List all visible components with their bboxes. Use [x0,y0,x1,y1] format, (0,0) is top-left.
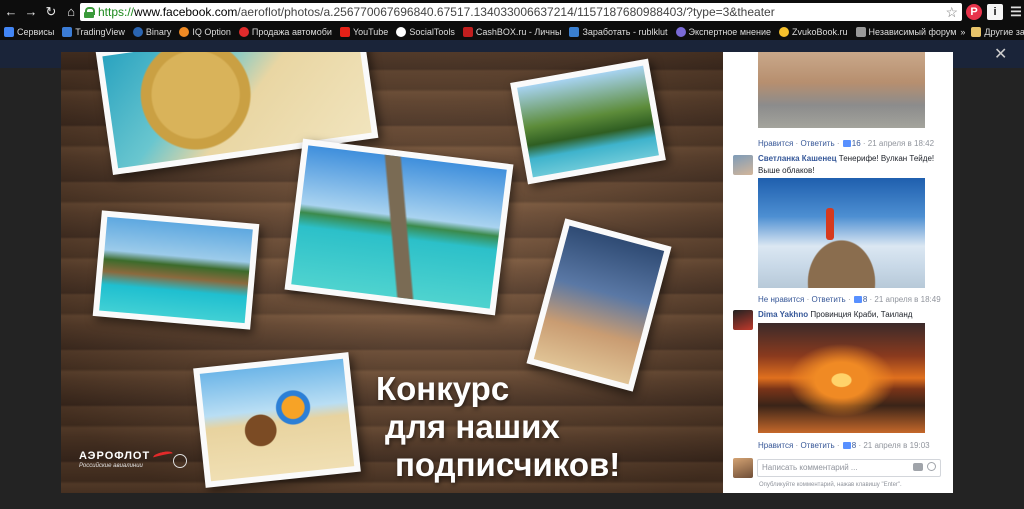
pinterest-icon[interactable]: P [966,4,982,20]
contest-caption: Конкурс для наших подписчиков! [376,370,621,483]
bookmark-item[interactable]: Экспертное мнение [675,27,771,37]
postcard-bungalows [92,210,260,330]
bookmark-favicon [238,27,249,37]
home-icon[interactable]: ⌂ [62,3,80,21]
comment-author[interactable]: Светланка Кашенец [758,154,837,163]
bookmark-favicon [132,27,143,37]
bookmark-item[interactable]: Независимый форум [855,27,956,37]
like-thumb-icon [853,296,862,304]
postcard-sunset-palms [526,218,672,392]
info-extension-icon[interactable]: i [987,4,1003,20]
bookmark-favicon [675,27,686,37]
like-count[interactable]: 16 [852,139,861,148]
comment-photo-volcano[interactable] [758,178,925,288]
bookmark-item[interactable]: Сервисы [4,27,54,37]
comment-author[interactable]: Dima Yakhno [758,310,808,319]
aeroflot-logo: АЭРОФЛОТ Российские авиалинии [79,449,174,469]
back-icon[interactable]: ← [2,3,20,21]
unlike-link[interactable]: Не нравится [758,295,804,304]
bookmark-item[interactable]: ZvukoBook.ru [778,27,848,37]
comment-photo-sunset[interactable] [758,323,925,433]
reply-link[interactable]: Ответить [800,441,834,450]
like-link[interactable]: Нравится [758,139,793,148]
folder-icon [971,27,982,37]
comment-actions: Не нравится · Ответить · 8 · 21 апреля в… [758,295,941,304]
reply-link[interactable]: Ответить [812,295,846,304]
bookmark-item[interactable]: YouTube [339,27,388,37]
comment-time[interactable]: 21 апреля в 18:42 [868,139,934,148]
bookmark-favicon [569,27,580,37]
skyteam-emblem-icon [173,454,187,468]
forward-icon[interactable]: → [22,3,40,21]
postcard-pier [284,138,514,316]
like-thumb-icon [842,442,851,450]
avatar[interactable] [733,155,753,175]
bookmarks-bar: Сервисы TradingView Binary IQ Option Про… [0,24,1024,40]
wing-icon [152,449,174,462]
bookmark-star-icon[interactable]: ☆ [945,3,958,21]
my-avatar [733,458,753,478]
bookmark-favicon [778,27,789,37]
bookmark-favicon [62,27,73,37]
like-count[interactable]: 8 [852,441,856,450]
bookmark-item[interactable]: SocialTools [396,27,455,37]
bookmark-favicon [462,27,473,37]
person-figure [826,208,834,240]
like-thumb-icon [842,140,851,148]
bookmark-favicon [855,27,866,37]
comment-hint: Опубликуйте комментарий, нажав клавишу "… [759,482,902,488]
comment-actions: Нравится · Ответить · 8 · 21 апреля в 19… [758,441,930,450]
emoji-icon[interactable] [927,462,936,471]
comment-actions: Нравится · Ответить · 16 · 21 апреля в 1… [758,139,935,148]
other-bookmarks[interactable]: »Другие закладки [960,27,1024,37]
like-count[interactable]: 8 [863,295,867,304]
comment-time[interactable]: 21 апреля в 18:49 [874,295,940,304]
chrome-menu-icon[interactable]: ☰ [1008,4,1024,20]
browser-toolbar: ← → ↻ ⌂ https://www.facebook.com/aeroflo… [0,0,1024,24]
reply-link[interactable]: Ответить [800,139,834,148]
theater-photo[interactable]: Конкурс для наших подписчиков! АЭРОФЛОТ … [61,52,723,493]
reload-icon[interactable]: ↻ [42,3,60,21]
comment-photo-people[interactable] [758,52,925,128]
chevron-right-icon: » [960,27,966,37]
camera-icon[interactable] [913,463,923,471]
close-icon[interactable]: ✕ [994,44,1007,64]
postcard-coconut [193,352,361,488]
bookmark-item[interactable]: Заработать - rublklut [569,27,668,37]
comment-time[interactable]: 21 апреля в 19:03 [863,441,929,450]
postcard-pool-palms [510,58,666,185]
address-bar[interactable]: https://www.facebook.com/aeroflot/photos… [80,3,962,21]
bookmark-item[interactable]: CashBOX.ru - Личны [462,27,561,37]
bookmark-item[interactable]: Продажа автомоби [238,27,332,37]
lock-icon [84,6,95,18]
bookmark-favicon [396,27,407,37]
comments-sidebar: Нравится · Ответить · 16 · 21 апреля в 1… [723,52,953,493]
avatar[interactable] [733,310,753,330]
bookmark-item[interactable]: TradingView [62,27,125,37]
bookmark-item[interactable]: Binary [132,27,171,37]
url-text[interactable]: https://www.facebook.com/aeroflot/photos… [98,5,775,19]
apps-grid-icon [4,27,14,37]
like-link[interactable]: Нравится [758,441,793,450]
bookmark-favicon [179,27,190,37]
comment-text: Dima Yakhno Провинция Краби, Таиланд [758,310,913,319]
comment-text: Светланка Кашенец Тенерифе! Вулкан Тейде… [758,154,935,175]
bookmark-item[interactable]: IQ Option [179,27,231,37]
youtube-icon [339,27,350,37]
